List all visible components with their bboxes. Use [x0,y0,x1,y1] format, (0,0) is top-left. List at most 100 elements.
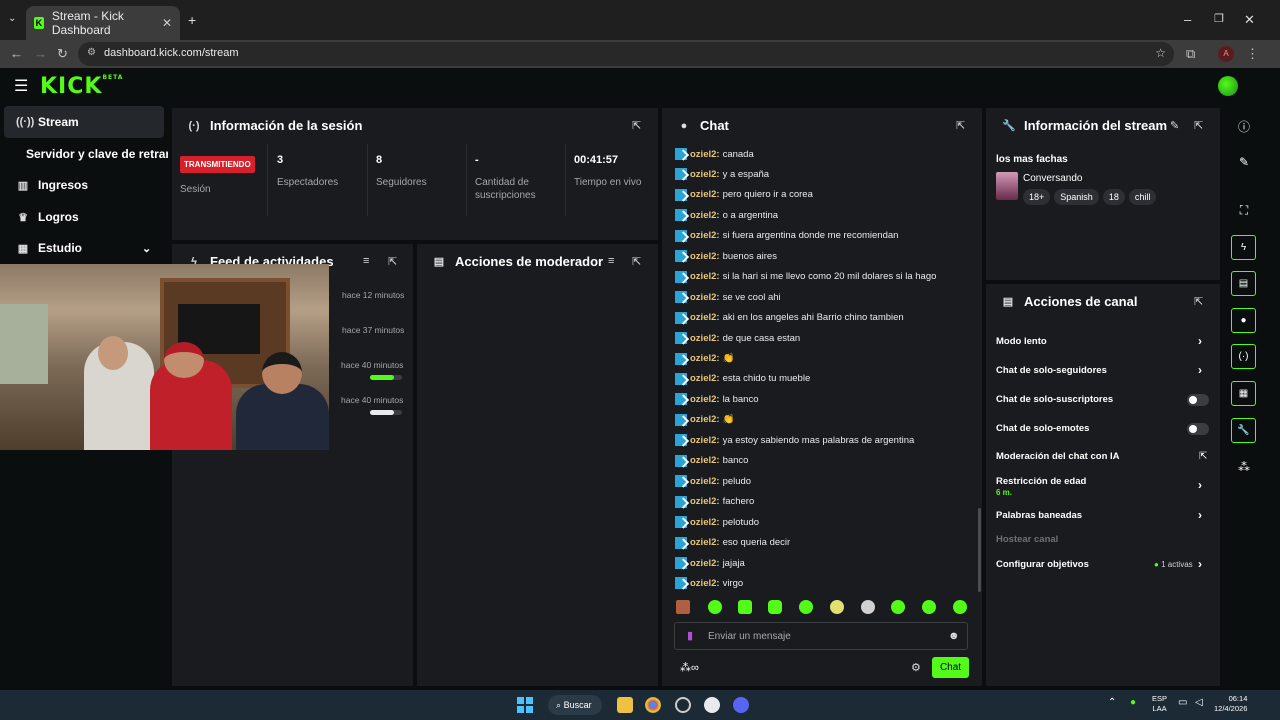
site-info-icon[interactable]: ⚙ [87,47,96,58]
browser-menu-icon[interactable]: ⋮ [1246,46,1259,62]
fullscreen-icon[interactable]: ⛶ [1236,203,1252,218]
rail-more-icon[interactable]: ⁂ [1236,460,1252,474]
chat-username[interactable]: oziel2: [690,251,720,262]
chat-username[interactable]: oziel2: [690,558,720,569]
emote-icon[interactable] [738,600,752,614]
emote-icon[interactable] [861,600,875,614]
chrome-icon[interactable] [645,697,661,713]
new-tab-icon[interactable]: + [188,12,196,28]
popout-icon[interactable]: ⇱ [1194,295,1203,308]
emote-icon[interactable] [768,600,782,614]
rail-channel-actions-button[interactable]: ▦ [1231,381,1256,406]
forward-icon[interactable]: → [34,46,47,61]
chat-input[interactable]: ▮ Enviar un mensaje ☻ [674,622,968,650]
network-icon[interactable]: ▭ [1178,697,1187,708]
chat-username[interactable]: oziel2: [690,373,720,384]
emote-icon[interactable] [676,600,690,614]
clock[interactable]: 06:14 12/4/2026 [1214,694,1247,714]
sidebar-item-estudio[interactable]: ▦ Estudio ⌄ [4,232,164,264]
user-avatar[interactable] [1218,76,1238,96]
popout-icon[interactable]: ⇱ [632,119,641,132]
filter-icon[interactable]: ≡ [363,255,369,267]
action-goals[interactable]: Configurar objetivos [996,559,1089,570]
emoji-icon[interactable]: ☻ [948,630,960,642]
hamburger-menu-icon[interactable]: ☰ [14,76,28,96]
url-field[interactable]: ⚙ dashboard.kick.com/stream ☆ [78,42,1174,66]
popout-icon[interactable]: ⇱ [956,119,965,132]
emote-icon[interactable] [799,600,813,614]
back-icon[interactable]: ← [10,46,23,61]
chat-username[interactable]: oziel2: [690,210,720,221]
sidebar-item-logros[interactable]: ♛ Logros [4,201,164,233]
bookmark-star-icon[interactable]: ☆ [1155,46,1166,60]
maximize-icon[interactable]: ❐ [1214,12,1224,25]
obs-icon[interactable] [704,697,720,713]
rail-activity-button[interactable]: ϟ [1231,235,1256,260]
rail-mod-actions-button[interactable]: ▤ [1231,271,1256,296]
profile-avatar[interactable]: A [1218,46,1234,62]
action-banned-words[interactable]: Palabras baneadas [996,510,1082,521]
rail-session-button[interactable]: (·) [1231,344,1256,369]
chat-username[interactable]: oziel2: [690,394,720,405]
chat-username[interactable]: oziel2: [690,537,720,548]
tray-chevron-up-icon[interactable]: ⌃ [1108,697,1116,708]
sidebar-item-server-key[interactable]: Servidor y clave de retransmisión [4,138,168,170]
kick-logo[interactable]: KICKBETA [40,74,123,99]
browser-tab[interactable]: K Stream - Kick Dashboard ✕ [26,6,180,40]
chevron-right-icon[interactable]: › [1198,557,1202,571]
emote-icon[interactable] [922,600,936,614]
taskbar-search[interactable]: ⌕ Buscar [548,695,602,715]
popout-icon[interactable]: ⇱ [388,255,397,268]
chat-username[interactable]: oziel2: [690,476,720,487]
chat-username[interactable]: oziel2: [690,271,720,282]
chat-username[interactable]: oziel2: [690,292,720,303]
chat-username[interactable]: oziel2: [690,414,720,425]
chat-username[interactable]: oziel2: [690,333,720,344]
emote-icon[interactable] [708,600,722,614]
filter-icon[interactable]: ≡ [608,255,614,267]
action-host-channel[interactable]: Hostear canal [996,534,1058,545]
chat-username[interactable]: oziel2: [690,312,720,323]
action-emotes-only[interactable]: Chat de solo-emotes [996,423,1089,434]
popout-icon[interactable]: ⇱ [632,255,641,268]
infinity-icon[interactable]: ⁂∞ [680,661,699,674]
language-indicator[interactable]: ESP LAA [1152,694,1167,714]
info-icon[interactable]: ⓘ [1236,118,1252,135]
subs-only-toggle[interactable] [1187,394,1209,406]
rail-stream-info-button[interactable]: 🔧 [1231,418,1256,443]
sidebar-item-stream[interactable]: ((·)) Stream [4,106,164,138]
rail-chat-button[interactable]: ● [1231,308,1256,333]
tab-close-icon[interactable]: ✕ [162,16,172,30]
emote-icon[interactable] [830,600,844,614]
popout-icon[interactable]: ⇱ [1194,119,1203,132]
chat-username[interactable]: oziel2: [690,455,720,466]
window-close-icon[interactable]: ✕ [1244,12,1255,28]
chat-username[interactable]: oziel2: [690,517,720,528]
chat-username[interactable]: oziel2: [690,230,720,241]
chat-username[interactable]: oziel2: [690,353,720,364]
action-slow-mode[interactable]: Modo lento [996,336,1047,347]
edit-pencil-icon[interactable]: ✎ [1170,119,1179,132]
chevron-right-icon[interactable]: › [1198,478,1202,492]
microphone-tray-icon[interactable]: ● [1130,697,1136,708]
external-link-icon[interactable]: ⇱ [1199,451,1207,462]
action-age-restriction[interactable]: Restricción de edad [996,476,1086,487]
chevron-right-icon[interactable]: › [1198,508,1202,522]
chevron-right-icon[interactable]: › [1198,334,1202,348]
action-subs-only[interactable]: Chat de solo-suscriptores [996,394,1113,405]
send-chat-button[interactable]: Chat [932,657,969,678]
discord-icon[interactable] [733,697,749,713]
chat-username[interactable]: oziel2: [690,496,720,507]
chat-username[interactable]: oziel2: [690,189,720,200]
emote-icon[interactable] [891,600,905,614]
microphone-icon[interactable]: ▮ [687,629,693,642]
file-explorer-icon[interactable] [617,697,633,713]
chat-username[interactable]: oziel2: [690,149,720,160]
emote-icon[interactable] [953,600,967,614]
chat-username[interactable]: oziel2: [690,578,720,589]
chat-scrollbar[interactable] [978,508,981,592]
app-icon[interactable] [675,697,691,713]
chat-username[interactable]: oziel2: [690,435,720,446]
edit-pencil-icon[interactable]: ✎ [1236,155,1252,169]
chevron-right-icon[interactable]: › [1198,363,1202,377]
